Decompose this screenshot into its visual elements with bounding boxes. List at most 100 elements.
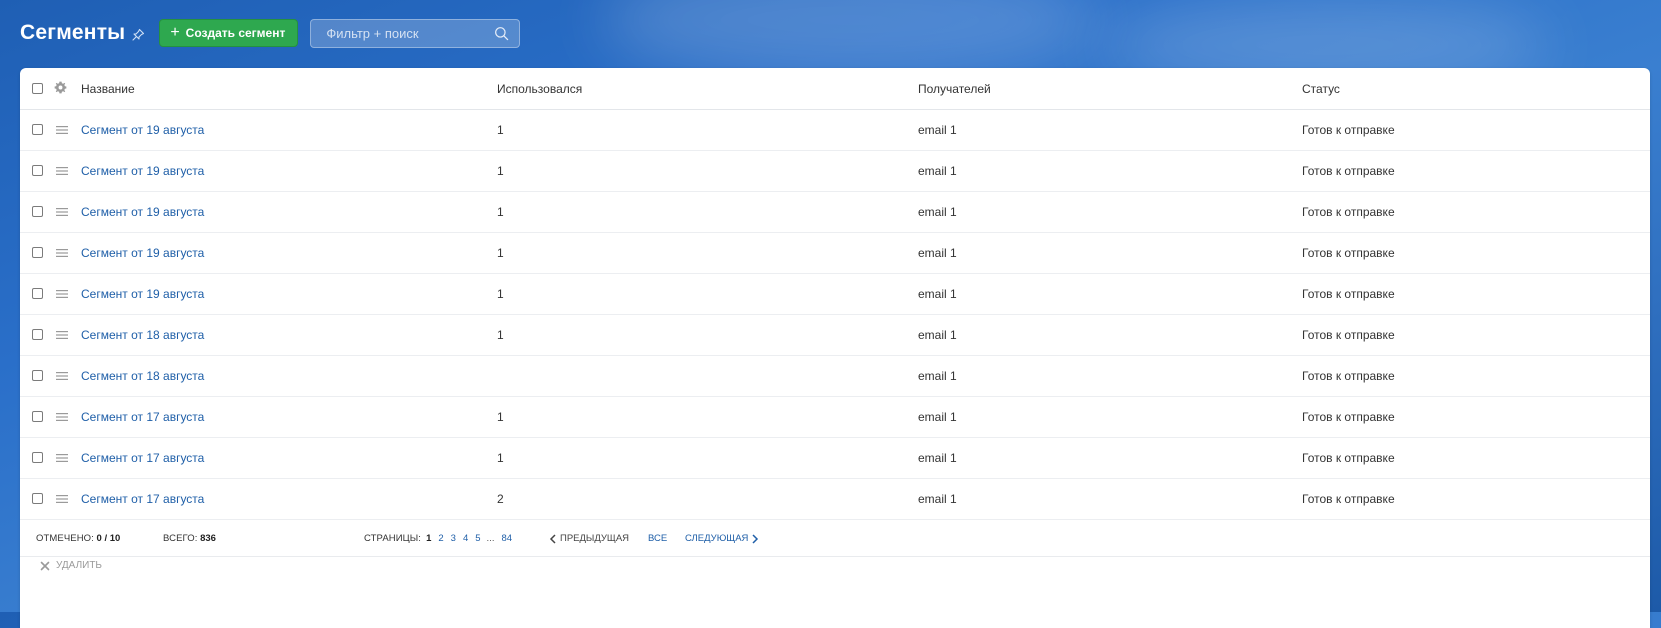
pin-icon[interactable] — [131, 28, 145, 42]
recipients-value: email 1 — [918, 328, 957, 342]
checked-value: 0 / 10 — [96, 533, 121, 544]
pages-label: Страницы: — [364, 533, 422, 544]
segment-name-link[interactable]: Сегмент от 19 августа — [81, 123, 204, 137]
used-count: 1 — [497, 164, 504, 178]
drag-handle-icon[interactable] — [56, 248, 68, 258]
drag-handle-icon[interactable] — [56, 453, 68, 463]
create-segment-label: Создать сегмент — [185, 26, 286, 40]
chevron-right-icon — [752, 533, 759, 544]
table-row: Сегмент от 19 августа 1 email 1 Готов к … — [20, 151, 1650, 192]
segment-name-link[interactable]: Сегмент от 19 августа — [81, 246, 204, 260]
status-value: Готов к отправке — [1302, 246, 1395, 260]
chevron-left-icon — [549, 533, 556, 544]
search-input[interactable] — [324, 24, 495, 42]
page-header: Сегменты + Создать сегмент — [20, 18, 521, 48]
column-header-status[interactable]: Статус — [1302, 82, 1340, 96]
prev-page-button[interactable]: Предыдущая — [549, 533, 629, 544]
table-row: Сегмент от 19 августа 1 email 1 Готов к … — [20, 192, 1650, 233]
recipients-value: email 1 — [918, 164, 957, 178]
drag-handle-icon[interactable] — [56, 371, 68, 381]
column-header-used[interactable]: Использовался — [497, 82, 582, 96]
table-row: Сегмент от 19 августа 1 email 1 Готов к … — [20, 233, 1650, 274]
search-icon[interactable] — [494, 26, 509, 41]
table-row: Сегмент от 17 августа 1 email 1 Готов к … — [20, 397, 1650, 438]
status-value: Готов к отправке — [1302, 328, 1395, 342]
row-checkbox[interactable] — [32, 124, 43, 135]
table-row: Сегмент от 18 августа email 1 Готов к от… — [20, 356, 1650, 397]
used-count: 2 — [497, 492, 504, 506]
status-value: Готов к отправке — [1302, 451, 1395, 465]
checked-label: Отмечено: — [36, 533, 94, 544]
status-value: Готов к отправке — [1302, 492, 1395, 506]
segment-name-link[interactable]: Сегмент от 17 августа — [81, 410, 204, 424]
segment-name-link[interactable]: Сегмент от 18 августа — [81, 369, 204, 383]
row-checkbox[interactable] — [32, 452, 43, 463]
segment-name-link[interactable]: Сегмент от 19 августа — [81, 205, 204, 219]
total-label: Всего: — [163, 533, 198, 544]
recipients-value: email 1 — [918, 492, 957, 506]
row-checkbox[interactable] — [32, 493, 43, 504]
used-count: 1 — [497, 205, 504, 219]
status-value: Готов к отправке — [1302, 205, 1395, 219]
row-checkbox[interactable] — [32, 206, 43, 217]
prev-page-label: Предыдущая — [560, 533, 630, 544]
drag-handle-icon[interactable] — [56, 330, 68, 340]
row-checkbox[interactable] — [32, 411, 43, 422]
search-box[interactable] — [310, 18, 521, 48]
drag-handle-icon[interactable] — [56, 289, 68, 299]
segments-panel: Название Использовался Получателей Стату… — [20, 68, 1650, 628]
used-count: 1 — [497, 410, 504, 424]
row-checkbox[interactable] — [32, 165, 43, 176]
table-row: Сегмент от 17 августа 2 email 1 Готов к … — [20, 479, 1650, 520]
plus-icon: + — [170, 24, 180, 41]
segment-name-link[interactable]: Сегмент от 19 августа — [81, 287, 204, 301]
table-row: Сегмент от 19 августа 1 email 1 Готов к … — [20, 274, 1650, 315]
table-row: Сегмент от 18 августа 1 email 1 Готов к … — [20, 315, 1650, 356]
table-footer: Отмечено: 0 / 10 Всего: 836 Страницы: 1 … — [20, 520, 1650, 557]
column-header-name[interactable]: Название — [81, 82, 135, 96]
table-row: Сегмент от 19 августа 1 email 1 Готов к … — [20, 110, 1650, 151]
page-ellipsis: ... — [486, 533, 495, 544]
drag-handle-icon[interactable] — [56, 166, 68, 176]
column-header-recipients[interactable]: Получателей — [918, 82, 991, 96]
select-all-checkbox[interactable] — [32, 83, 43, 94]
status-value: Готов к отправке — [1302, 410, 1395, 424]
drag-handle-icon[interactable] — [56, 494, 68, 504]
row-checkbox[interactable] — [32, 329, 43, 340]
drag-handle-icon[interactable] — [56, 207, 68, 217]
page-link[interactable]: 4 — [463, 533, 468, 544]
table-row: Сегмент от 17 августа 1 email 1 Готов к … — [20, 438, 1650, 479]
segment-name-link[interactable]: Сегмент от 19 августа — [81, 164, 204, 178]
page-link-last[interactable]: 84 — [501, 533, 512, 544]
recipients-value: email 1 — [918, 205, 957, 219]
page-title: Сегменты — [20, 21, 126, 44]
status-value: Готов к отправке — [1302, 369, 1395, 383]
row-checkbox[interactable] — [32, 288, 43, 299]
recipients-value: email 1 — [918, 410, 957, 424]
status-value: Готов к отправке — [1302, 287, 1395, 301]
used-count: 1 — [497, 123, 504, 137]
status-value: Готов к отправке — [1302, 164, 1395, 178]
recipients-value: email 1 — [918, 287, 957, 301]
page-current: 1 — [426, 533, 432, 544]
status-value: Готов к отправке — [1302, 123, 1395, 137]
page-link[interactable]: 3 — [451, 533, 456, 544]
next-page-button[interactable]: Следующая — [685, 533, 759, 544]
used-count: 1 — [497, 287, 504, 301]
all-pages-link[interactable]: Все — [648, 533, 667, 544]
create-segment-button[interactable]: + Создать сегмент — [159, 19, 299, 47]
row-checkbox[interactable] — [32, 370, 43, 381]
used-count: 1 — [497, 246, 504, 260]
drag-handle-icon[interactable] — [56, 125, 68, 135]
row-checkbox[interactable] — [32, 247, 43, 258]
page-link[interactable]: 2 — [438, 533, 443, 544]
segment-name-link[interactable]: Сегмент от 18 августа — [81, 328, 204, 342]
page-link[interactable]: 5 — [475, 533, 480, 544]
delete-button[interactable]: Удалить — [40, 560, 102, 571]
recipients-value: email 1 — [918, 451, 957, 465]
segment-name-link[interactable]: Сегмент от 17 августа — [81, 492, 204, 506]
gear-icon[interactable] — [54, 81, 67, 94]
close-icon — [40, 561, 50, 570]
segment-name-link[interactable]: Сегмент от 17 августа — [81, 451, 204, 465]
drag-handle-icon[interactable] — [56, 412, 68, 422]
